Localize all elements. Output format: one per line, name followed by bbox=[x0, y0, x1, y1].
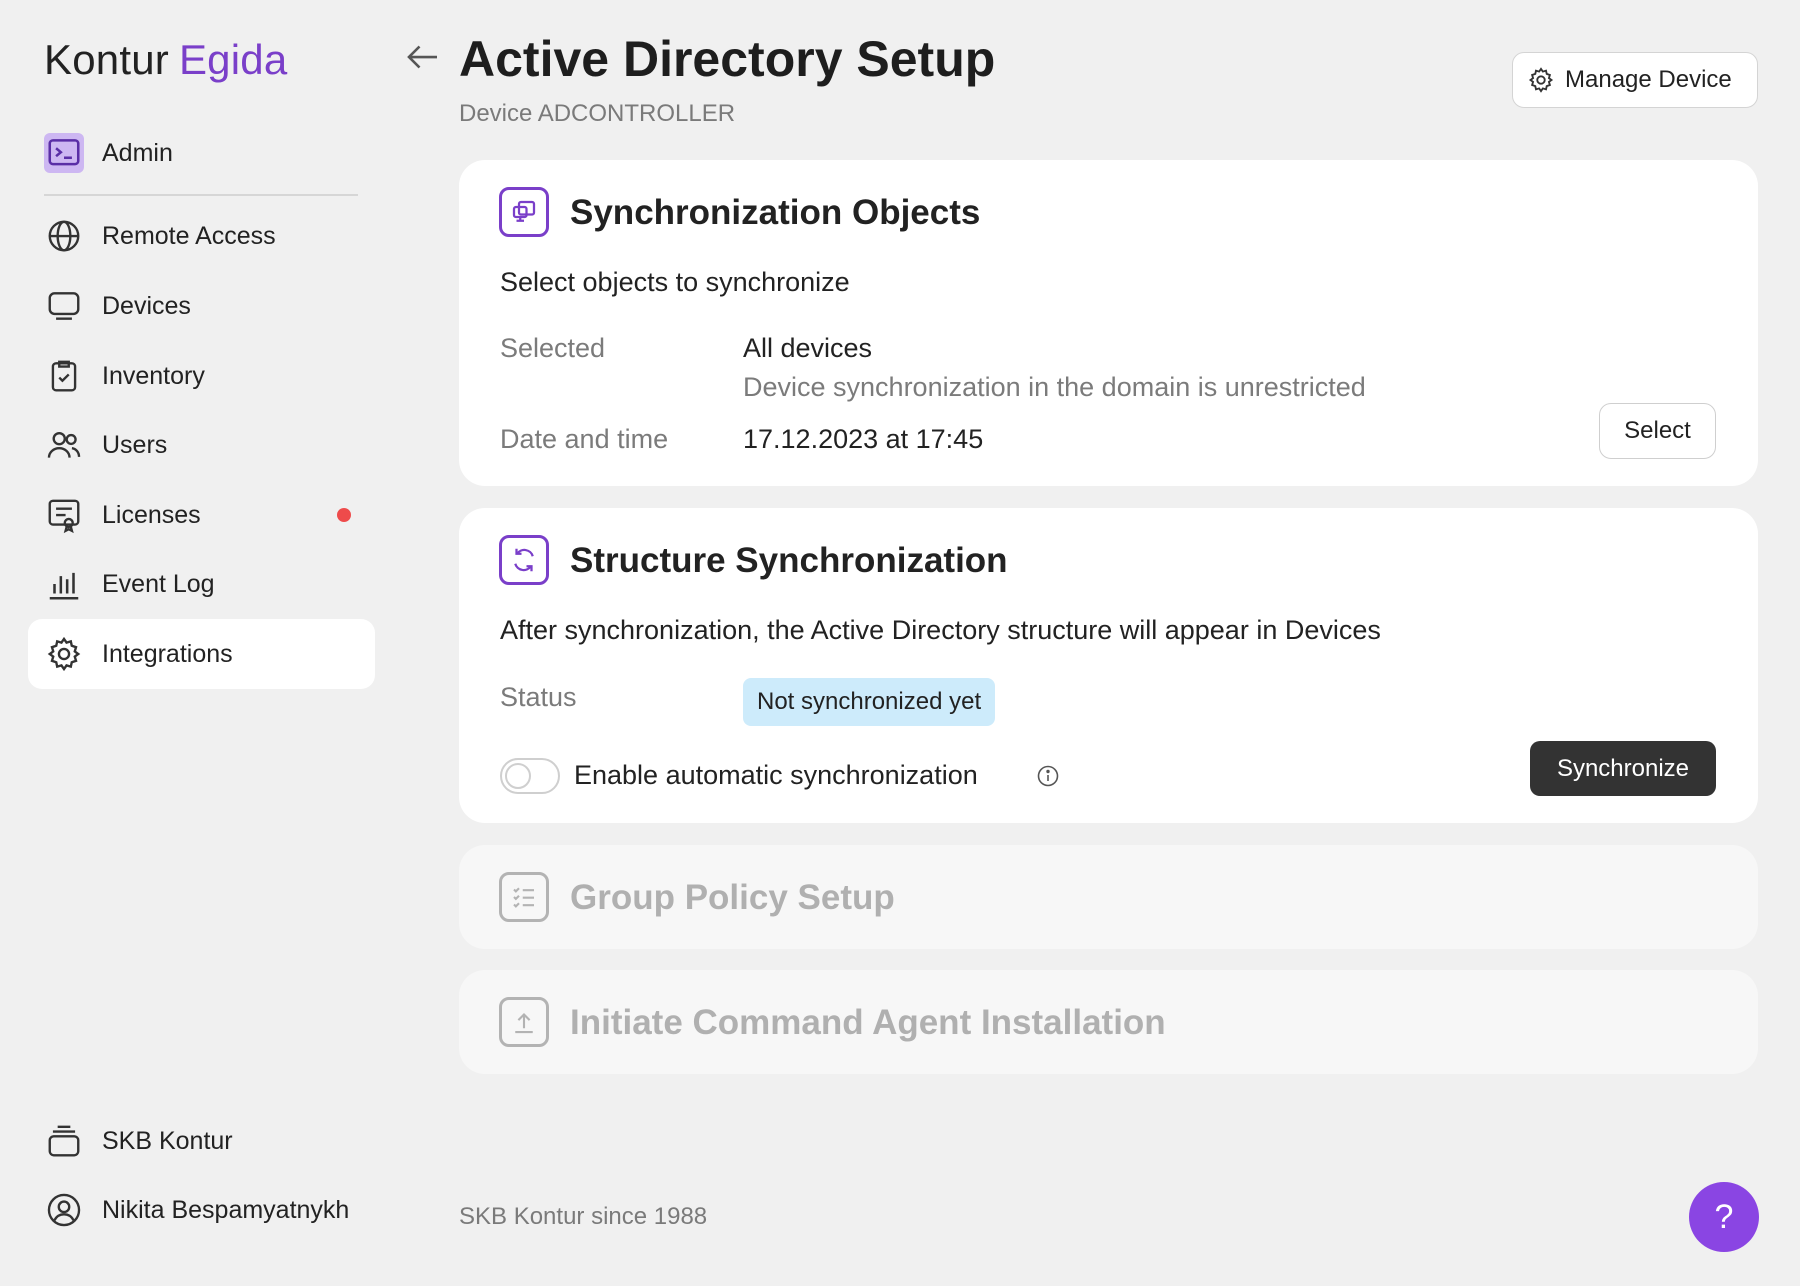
gear-icon bbox=[44, 634, 84, 674]
sidebar-item-label: SKB Kontur bbox=[102, 1126, 233, 1155]
app-logo[interactable]: Kontur Egida bbox=[44, 36, 287, 84]
sidebar-item-label: Admin bbox=[102, 138, 173, 167]
user-circle-icon bbox=[44, 1190, 84, 1230]
bar-chart-icon bbox=[44, 564, 84, 604]
synchronize-button[interactable]: Synchronize bbox=[1530, 741, 1716, 796]
stack-icon bbox=[44, 1121, 84, 1161]
refresh-icon bbox=[499, 535, 549, 585]
card-description: Select objects to synchronize bbox=[500, 267, 850, 297]
sidebar: Kontur Egida Admin Remote Access Devices … bbox=[0, 0, 380, 1286]
sidebar-divider bbox=[44, 194, 358, 196]
page-title: Active Directory Setup bbox=[459, 31, 996, 87]
sidebar-item-label: Devices bbox=[102, 291, 191, 320]
back-arrow-icon[interactable] bbox=[402, 36, 444, 78]
card-description: After synchronization, the Active Direct… bbox=[500, 615, 1381, 645]
sidebar-item-label: Remote Access bbox=[102, 221, 276, 250]
auto-sync-label: Enable automatic synchronization bbox=[574, 760, 978, 790]
sidebar-item-label: Licenses bbox=[102, 500, 201, 529]
manage-device-button[interactable]: Manage Device bbox=[1512, 52, 1758, 108]
status-key: Status bbox=[500, 682, 577, 712]
toggle-knob bbox=[505, 763, 531, 789]
sidebar-item-remote-access[interactable]: Remote Access bbox=[28, 201, 375, 271]
selected-key: Selected bbox=[500, 333, 606, 363]
selected-note: Device synchronization in the domain is … bbox=[743, 372, 1366, 402]
users-icon bbox=[44, 425, 84, 465]
auto-sync-toggle[interactable] bbox=[500, 758, 560, 794]
sidebar-item-inventory[interactable]: Inventory bbox=[28, 341, 375, 411]
clipboard-check-icon bbox=[44, 356, 84, 396]
card-title: Structure Synchronization bbox=[570, 541, 1008, 580]
selected-value: All devices bbox=[743, 333, 873, 363]
group-policy-card: Group Policy Setup bbox=[459, 845, 1758, 949]
logo-name: Kontur bbox=[44, 36, 169, 83]
sidebar-item-event-log[interactable]: Event Log bbox=[28, 549, 375, 619]
structure-sync-card: Structure Synchronization After synchron… bbox=[459, 508, 1758, 823]
sidebar-item-user-profile[interactable]: Nikita Bespamyatnykh bbox=[28, 1175, 375, 1245]
monitor-icon bbox=[44, 286, 84, 326]
sidebar-item-label: Users bbox=[102, 430, 168, 459]
gear-icon bbox=[1528, 67, 1554, 93]
sidebar-item-label: Integrations bbox=[102, 639, 233, 668]
sidebar-item-admin[interactable]: Admin bbox=[28, 118, 375, 188]
upload-icon bbox=[499, 997, 549, 1047]
page-subtitle: Device ADCONTROLLER bbox=[459, 100, 736, 127]
card-title: Initiate Command Agent Installation bbox=[570, 1003, 1166, 1042]
sidebar-item-organization[interactable]: SKB Kontur bbox=[28, 1106, 375, 1176]
status-badge: Not synchronized yet bbox=[743, 678, 996, 726]
logo-accent: Egida bbox=[178, 36, 288, 83]
sidebar-item-licenses[interactable]: Licenses bbox=[28, 480, 375, 550]
datetime-key: Date and time bbox=[500, 424, 669, 454]
sidebar-item-label: Event Log bbox=[102, 569, 215, 598]
sidebar-item-label: Inventory bbox=[102, 361, 205, 390]
manage-device-label: Manage Device bbox=[1565, 66, 1732, 93]
sync-objects-icon bbox=[499, 187, 549, 237]
sidebar-item-users[interactable]: Users bbox=[28, 410, 375, 480]
certificate-icon bbox=[44, 495, 84, 535]
select-button[interactable]: Select bbox=[1599, 403, 1716, 459]
card-title: Group Policy Setup bbox=[570, 878, 895, 917]
info-icon[interactable] bbox=[1036, 764, 1060, 788]
agent-install-card: Initiate Command Agent Installation bbox=[459, 970, 1758, 1074]
sidebar-item-label: Nikita Bespamyatnykh bbox=[102, 1195, 350, 1224]
terminal-icon bbox=[44, 133, 84, 173]
sync-objects-card: Synchronization Objects Select objects t… bbox=[459, 160, 1758, 486]
sidebar-item-devices[interactable]: Devices bbox=[28, 271, 375, 341]
help-button[interactable]: ? bbox=[1689, 1182, 1759, 1252]
checklist-icon bbox=[499, 872, 549, 922]
card-title: Synchronization Objects bbox=[570, 193, 981, 232]
globe-icon bbox=[44, 216, 84, 256]
sidebar-item-integrations[interactable]: Integrations bbox=[28, 619, 375, 689]
alert-dot bbox=[337, 508, 351, 522]
datetime-value: 17.12.2023 at 17:45 bbox=[743, 424, 984, 454]
footer-copyright: SKB Kontur since 1988 bbox=[459, 1203, 708, 1230]
